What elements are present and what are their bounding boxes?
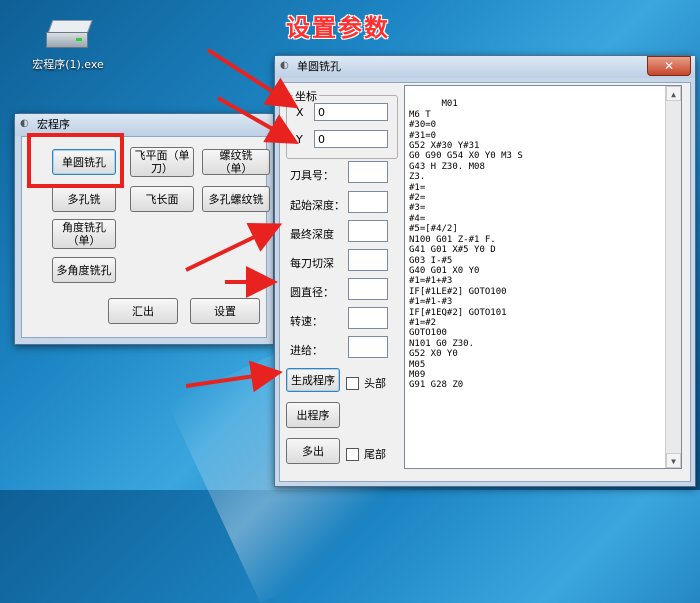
arrow-to-y-input <box>217 96 299 144</box>
arrow-to-final-depth <box>185 223 283 272</box>
arrow-to-x-input <box>206 48 299 109</box>
annotation-arrows <box>185 48 299 393</box>
arrow-to-generate <box>185 360 283 393</box>
